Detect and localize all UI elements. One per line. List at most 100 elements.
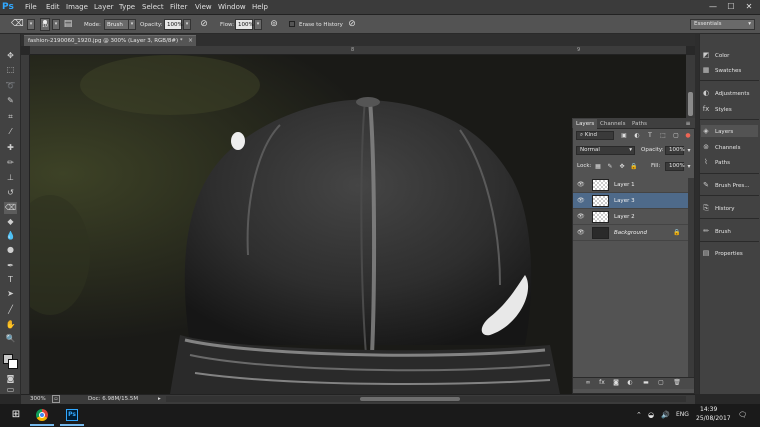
hand-tool-icon[interactable]: ✋ [4,319,17,331]
filter-smart-object-icon[interactable]: ▢ [672,131,680,140]
panel-menu-icon[interactable]: ≡ [683,119,693,129]
dock-paths[interactable]: ⌇ Paths [701,156,758,168]
type-tool-icon[interactable]: T [4,274,17,286]
flow-input[interactable]: 100% [235,19,254,30]
pen-tool-icon[interactable]: ✒ [4,260,17,272]
layer-name[interactable]: Background [614,225,669,241]
status-menu-arrow-icon[interactable]: ▸ [158,395,161,403]
document-tab-close-icon[interactable]: × [188,35,196,46]
tool-preset-dropdown[interactable]: ▾ [27,19,35,30]
document-tab[interactable]: fashion-2190060_1920.jpg @ 300% (Layer 3… [24,35,196,46]
opacity-dropdown-arrow[interactable]: ▾ [183,19,191,30]
layer-name[interactable]: Layer 2 [614,209,669,225]
new-adjustment-layer-icon[interactable]: ◐ [625,378,635,388]
new-group-icon[interactable]: ▬ [641,378,651,388]
vertical-scrollbar-thumb[interactable] [688,92,693,116]
dock-color[interactable]: ◩ Color [701,49,758,61]
dock-history[interactable]: ⎘ History [701,202,758,214]
speaker-icon[interactable]: 🔊 [661,407,670,423]
menu-window[interactable]: Window [218,2,246,13]
mode-dropdown-arrow[interactable]: ▾ [128,19,136,30]
blur-tool-icon[interactable]: 💧 [4,230,17,242]
dock-layers[interactable]: ◈ Layers [701,125,758,137]
lock-position-icon[interactable]: ✥ [618,162,626,171]
dodge-tool-icon[interactable]: ● [4,244,17,256]
layer-opacity-input[interactable]: 100% [665,146,685,155]
tab-channels[interactable]: Channels [597,119,628,129]
visibility-eye-icon[interactable]: 👁 [577,209,585,225]
path-selection-tool-icon[interactable]: ➤ [4,288,17,300]
dock-properties[interactable]: ▤ Properties [701,247,758,259]
marquee-tool-icon[interactable]: ⬚ [4,64,17,76]
visibility-eye-icon[interactable]: 👁 [577,225,585,241]
brush-tool-icon[interactable]: ✏ [4,157,17,169]
move-tool-icon[interactable]: ✥ [4,50,17,62]
fill-arrow-icon[interactable]: ▾ [685,162,693,171]
brush-panel-toggle[interactable]: ▾ [52,19,60,30]
lock-image-icon[interactable]: ✎ [606,162,614,171]
opacity-input[interactable]: 100% [164,19,183,30]
menu-file[interactable]: File [25,2,37,13]
pressure-opacity-icon[interactable]: ⊘ [198,18,210,30]
background-color-swatch[interactable] [8,359,18,369]
clock-time[interactable]: 14:39 [700,406,717,413]
tab-paths[interactable]: Paths [629,119,650,129]
filter-toggle-icon[interactable]: ● [684,131,692,140]
tab-layers[interactable]: Layers [573,119,598,129]
minimize-button[interactable]: — [704,0,722,14]
windows-start-icon[interactable]: ⊞ [6,406,26,424]
lock-all-icon[interactable]: 🔒 [630,162,638,171]
healing-brush-tool-icon[interactable]: ✚ [4,142,17,154]
screen-mode-icon[interactable]: ▭ [4,386,17,394]
visibility-eye-icon[interactable]: 👁 [577,193,585,209]
menu-edit[interactable]: Edit [46,2,60,13]
lock-transparent-icon[interactable]: ▦ [594,162,602,171]
filter-adjustment-icon[interactable]: ◐ [633,131,641,140]
flow-dropdown-arrow[interactable]: ▾ [254,19,262,30]
eraser-tool-icon[interactable]: ⌫ [4,202,17,214]
quick-mask-icon[interactable]: ◙ [4,373,17,385]
link-layers-icon[interactable]: ∞ [583,378,593,388]
menu-filter[interactable]: Filter [170,2,187,13]
lasso-tool-icon[interactable]: ➰ [4,80,17,92]
filter-shape-icon[interactable]: ⬚ [659,131,667,140]
dock-brush-presets[interactable]: ✎ Brush Pres... [701,179,758,191]
notifications-icon[interactable]: 🗨 [738,407,747,423]
dock-brush[interactable]: ✏ Brush [701,225,758,237]
brush-settings-icon[interactable]: ▤ [62,18,74,30]
fill-input[interactable]: 100% [665,162,685,171]
menu-image[interactable]: Image [66,2,88,13]
paint-bucket-tool-icon[interactable]: ◆ [4,216,17,228]
zoom-tool-icon[interactable]: 🔍 [4,333,17,345]
filter-type-icon[interactable]: T [646,131,654,140]
dock-swatches[interactable]: ▦ Swatches [701,64,758,76]
filter-pixel-icon[interactable]: ▣ [620,131,628,140]
new-layer-icon[interactable]: ▢ [656,378,666,388]
pressure-size-icon[interactable]: ⊘ [346,18,358,30]
mode-select[interactable]: Brush [104,19,130,30]
dock-adjustments[interactable]: ◐ Adjustments [701,87,758,99]
brush-preset-picker[interactable]: 10 [40,18,50,31]
layers-scrollbar[interactable] [688,178,694,377]
history-brush-tool-icon[interactable]: ↺ [4,187,17,199]
menu-help[interactable]: Help [252,2,268,13]
dock-channels[interactable]: ⊚ Channels [701,141,758,153]
close-button[interactable]: ✕ [740,0,758,14]
erase-to-history-checkbox[interactable] [289,21,295,27]
menu-select[interactable]: Select [142,2,164,13]
maximize-button[interactable]: ☐ [722,0,740,14]
status-options-icon[interactable]: ▫ [52,395,60,403]
network-icon[interactable]: ◒ [648,407,654,423]
clock-date[interactable]: 25/08/2017 [696,415,731,422]
eraser-tool-icon[interactable]: ⌫ [11,18,24,30]
layer-name[interactable]: Layer 1 [614,177,669,193]
add-mask-icon[interactable]: ◙ [611,378,621,388]
horizontal-scrollbar-thumb[interactable] [360,397,460,401]
airbrush-icon[interactable]: ⊚ [268,18,280,30]
blend-mode-select[interactable]: Normal ▾ [576,146,635,155]
quick-select-tool-icon[interactable]: ✎ [4,95,17,107]
line-tool-icon[interactable]: ╱ [4,304,17,316]
menu-type[interactable]: Type [119,2,135,13]
workspace-select[interactable]: Essentials ▾ [690,19,755,30]
clone-stamp-tool-icon[interactable]: ⊥ [4,172,17,184]
